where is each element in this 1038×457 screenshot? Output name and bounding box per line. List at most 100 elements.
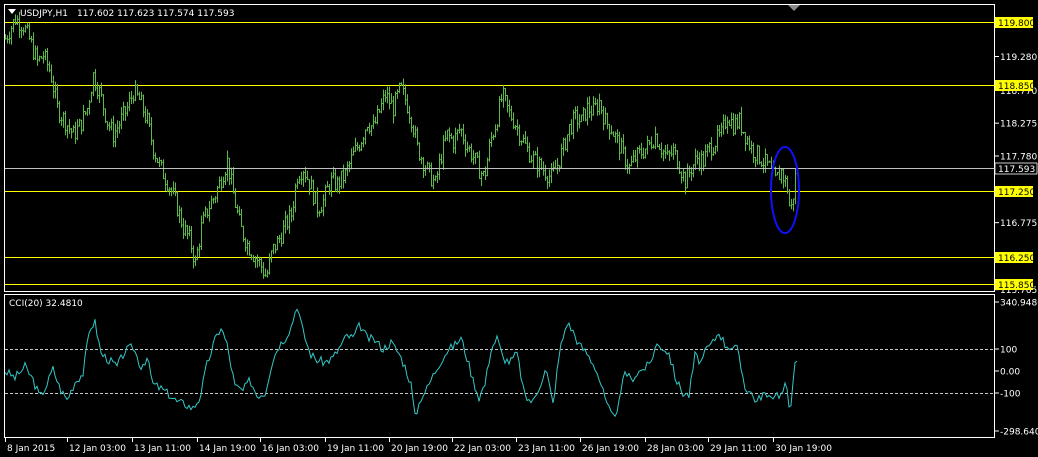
price-bar bbox=[682, 168, 685, 182]
price-bar bbox=[152, 139, 155, 160]
price-bar bbox=[40, 56, 43, 59]
level-label: 116.250 bbox=[998, 254, 1035, 264]
price-bar bbox=[236, 204, 239, 214]
price-bar bbox=[792, 198, 795, 212]
price-bar bbox=[514, 124, 517, 130]
price-bar bbox=[432, 174, 435, 190]
price-bar bbox=[386, 86, 389, 104]
price-bar bbox=[712, 147, 715, 156]
current-price-label: 117.593 bbox=[998, 165, 1035, 175]
price-bar bbox=[52, 75, 55, 99]
price-bar bbox=[382, 89, 385, 111]
price-bar bbox=[296, 178, 299, 190]
price-bar bbox=[224, 172, 227, 186]
price-bar bbox=[94, 68, 97, 92]
price-bar bbox=[740, 106, 743, 136]
price-bar bbox=[156, 157, 159, 164]
price-bar bbox=[350, 148, 353, 170]
price-bar bbox=[78, 118, 81, 127]
shift-marker-icon[interactable] bbox=[788, 5, 800, 11]
price-bar bbox=[406, 94, 409, 114]
price-tick-label: 116.775 bbox=[1000, 219, 1037, 229]
price-bar bbox=[36, 45, 39, 66]
price-bar bbox=[448, 127, 451, 143]
price-bar bbox=[118, 120, 121, 134]
price-bar bbox=[600, 100, 603, 115]
price-bar bbox=[282, 220, 285, 244]
level-label: 118.850 bbox=[998, 82, 1035, 92]
price-bar bbox=[424, 165, 427, 176]
price-bar bbox=[544, 164, 547, 181]
cci-panel-frame bbox=[4, 294, 995, 438]
price-bar bbox=[704, 144, 707, 167]
price-bar bbox=[688, 165, 691, 178]
time-tick-label: 12 Jan 03:00 bbox=[69, 444, 126, 454]
price-bar bbox=[378, 108, 381, 113]
price-bar bbox=[678, 161, 681, 174]
price-bar bbox=[536, 146, 539, 178]
price-bar bbox=[656, 133, 659, 148]
price-bar bbox=[30, 35, 33, 43]
price-bar bbox=[548, 169, 551, 187]
price-bar bbox=[128, 91, 131, 112]
price-bar bbox=[622, 134, 625, 155]
price-bar bbox=[680, 171, 683, 184]
price-bar bbox=[96, 81, 99, 100]
price-bar bbox=[502, 84, 505, 108]
price-bar bbox=[166, 180, 169, 193]
price-bar bbox=[326, 181, 329, 188]
price-bar bbox=[108, 122, 111, 132]
price-tick-label: 117.780 bbox=[1000, 152, 1037, 162]
price-bar bbox=[636, 146, 639, 168]
price-bar bbox=[24, 24, 27, 33]
price-bar bbox=[738, 112, 741, 130]
price-bar bbox=[176, 191, 179, 217]
price-bar bbox=[104, 108, 107, 124]
price-bar bbox=[232, 166, 235, 194]
triangle-down-icon[interactable] bbox=[8, 9, 16, 14]
price-bar bbox=[446, 129, 449, 141]
price-bar bbox=[440, 153, 443, 165]
price-bar bbox=[88, 99, 91, 115]
price-bar bbox=[494, 124, 497, 138]
price-bar bbox=[532, 150, 535, 169]
price-bar bbox=[358, 144, 361, 152]
price-bar bbox=[584, 108, 587, 122]
price-bar bbox=[420, 156, 423, 165]
price-bar bbox=[564, 137, 567, 151]
price-bar bbox=[694, 148, 697, 170]
price-bar bbox=[272, 243, 275, 255]
price-bar bbox=[650, 136, 653, 150]
price-bar bbox=[172, 181, 175, 195]
price-bar bbox=[194, 255, 197, 266]
price-bar bbox=[264, 268, 267, 277]
time-tick-label: 29 Jan 11:00 bbox=[710, 444, 767, 454]
price-bar bbox=[308, 178, 311, 195]
price-tick-label: 119.280 bbox=[1000, 53, 1037, 63]
price-bar bbox=[526, 136, 529, 153]
price-bar bbox=[260, 257, 263, 274]
price-bar bbox=[730, 112, 733, 129]
price-bar bbox=[666, 144, 669, 155]
price-bar bbox=[790, 198, 793, 210]
price-bar bbox=[182, 217, 185, 239]
price-bar bbox=[134, 80, 137, 102]
price-bar bbox=[646, 135, 649, 155]
price-bar bbox=[518, 124, 521, 147]
price-bar bbox=[64, 110, 67, 136]
price-bar bbox=[344, 168, 347, 184]
price-bar bbox=[684, 171, 687, 195]
symbol-header[interactable]: USDJPY,H1 117.602 117.623 117.574 117.59… bbox=[8, 9, 234, 19]
price-bar bbox=[412, 124, 415, 138]
price-bar bbox=[468, 145, 471, 152]
cci-tick-label: -100 bbox=[1000, 390, 1021, 400]
price-bar bbox=[768, 160, 771, 163]
price-bar bbox=[780, 168, 783, 184]
price-bar bbox=[582, 106, 585, 122]
price-bar bbox=[86, 107, 89, 116]
ohlc-readout: 117.602 117.623 117.574 117.593 bbox=[77, 9, 234, 19]
price-bar bbox=[614, 131, 617, 143]
price-bar bbox=[550, 163, 553, 184]
price-bar bbox=[304, 166, 307, 183]
price-bar bbox=[208, 200, 211, 222]
